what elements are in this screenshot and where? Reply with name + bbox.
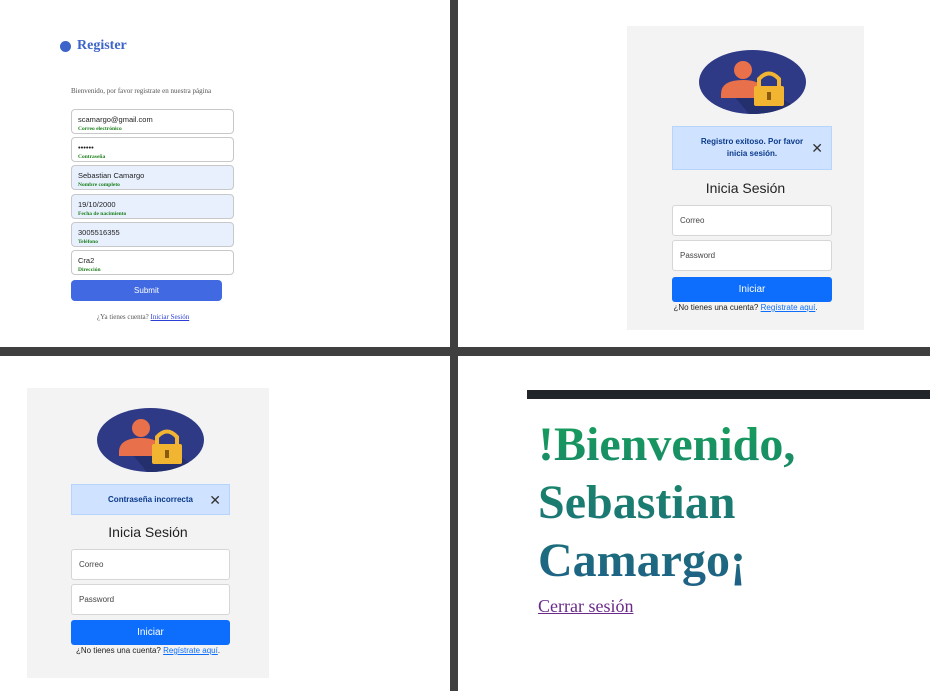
phone-label: Teléfono [78,239,98,245]
close-icon[interactable]: ✕ [811,138,823,158]
email-value: scamargo@gmail.com [78,115,153,124]
login-button[interactable]: Iniciar [71,620,230,645]
register-link[interactable]: Regístrate aquí [761,303,816,312]
fullname-field[interactable]: Sebastian Camargo Nombre completo [71,165,234,190]
email-input[interactable]: Correo [672,205,832,236]
error-alert: Contraseña incorrecta ✕ [71,484,230,515]
address-field[interactable]: Cra2 Dirección [71,250,234,275]
register-dot-icon [60,40,71,52]
horizontal-divider-left [0,347,450,356]
success-alert: Registro exitoso. Por favor inicia sesió… [672,126,832,170]
register-intro: Bienvenido, por favor registrate en nues… [71,87,212,95]
phone-value: 3005516355 [78,228,120,237]
register-link[interactable]: Regístrate aquí [163,646,218,655]
email-field[interactable]: scamargo@gmail.com Correo electrónico [71,109,234,134]
register-title: Register [60,38,240,54]
email-input[interactable]: Correo [71,549,230,580]
password-label: Contraseña [78,154,106,160]
password-input[interactable]: Password [71,584,230,615]
vertical-divider [450,0,458,691]
login-button[interactable]: Iniciar [672,277,832,302]
logout-link[interactable]: Cerrar sesión [538,596,633,617]
register-header: Register [60,38,240,54]
login-card-success: Registro exitoso. Por favor inicia sesió… [627,26,864,330]
phone-field[interactable]: 3005516355 Teléfono [71,222,234,247]
birthdate-field[interactable]: 19/10/2000 Fecha de nacimiento [71,194,234,219]
register-footer: ¿Ya tienes cuenta? Iniciar Sesión [97,313,190,321]
login-footer: ¿No tienes una cuenta? Regístrate aquí. [75,646,221,655]
birthdate-value: 19/10/2000 [78,200,116,209]
birthdate-label: Fecha de nacimiento [78,211,127,217]
user-lock-icon [699,50,806,114]
fullname-value: Sebastian Camargo [78,171,145,180]
submit-button[interactable]: Submit [71,280,222,301]
password-input[interactable]: Password [672,240,832,271]
login-title: Inicia Sesión [108,524,188,540]
close-icon[interactable]: ✕ [209,489,221,509]
horizontal-divider-right [458,347,930,356]
user-lock-icon [97,408,204,472]
login-title: Inicia Sesión [705,180,786,196]
password-field[interactable]: •••••• Contraseña [71,137,234,162]
email-label: Correo electrónico [78,126,122,132]
login-card-error: Contraseña incorrecta ✕ Inicia Sesión Co… [27,388,269,678]
login-footer: ¿No tienes una cuenta? Regístrate aquí. [673,303,818,312]
fullname-label: Nombre completo [78,182,120,188]
navbar [527,390,930,399]
login-link[interactable]: Iniciar Sesión [151,313,190,321]
address-label: Dirección [78,267,101,273]
address-value: Cra2 [78,256,95,265]
password-value: •••••• [78,143,94,152]
welcome-heading: !Bienvenido, Sebastian Camargo¡ [538,416,918,590]
